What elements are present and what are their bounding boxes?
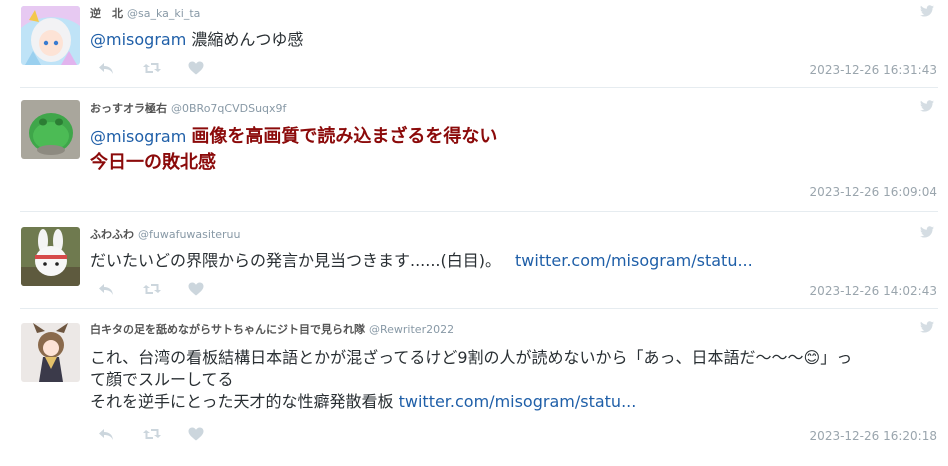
user-name[interactable]: 白キタの足を舐めながらサトちゃんにジト目で見られ隊 <box>90 323 365 336</box>
timestamp[interactable]: 2023-12-26 16:31:43 <box>810 63 937 77</box>
like-icon[interactable] <box>188 61 204 75</box>
reply-icon[interactable] <box>98 61 114 75</box>
twitter-bird-icon[interactable] <box>920 100 934 112</box>
timestamp[interactable]: 2023-12-26 14:02:43 <box>810 284 937 298</box>
user-name[interactable]: おっすオラ極右 <box>90 102 167 115</box>
retweet-icon[interactable] <box>143 282 161 296</box>
tweet-4: 白キタの足を舐めながらサトちゃんにジト目で見られ隊 @Rewriter2022 こ… <box>0 309 948 466</box>
tweet-text: これ、台湾の看板結構日本語とかが混ざってるけど9割の人が読めないから「あっ、日本… <box>90 347 936 413</box>
user-handle[interactable]: @fuwafuwasiteruu <box>138 228 241 241</box>
tweet-text-content: 濃縮めんつゆ感 <box>186 30 304 49</box>
like-icon[interactable] <box>188 427 204 441</box>
user-handle[interactable]: @sa_ka_ki_ta <box>127 7 200 20</box>
twitter-bird-icon[interactable] <box>920 226 934 238</box>
tweet-header: おっすオラ極右 @0BRo7qCVDSuqx9f <box>90 100 286 116</box>
avatar[interactable] <box>21 100 80 159</box>
timestamp[interactable]: 2023-12-26 16:09:04 <box>810 185 937 199</box>
avatar[interactable] <box>21 227 80 286</box>
reply-icon[interactable] <box>98 427 114 441</box>
status-link[interactable]: twitter.com/misogram/statu... <box>399 392 637 411</box>
twitter-bird-icon[interactable] <box>920 5 934 17</box>
user-name[interactable]: 逆 北 <box>90 7 123 20</box>
user-handle[interactable]: @Rewriter2022 <box>369 323 454 336</box>
tweet-header: 白キタの足を舐めながらサトちゃんにジト目で見られ隊 @Rewriter2022 <box>90 321 454 337</box>
retweet-icon[interactable] <box>143 427 161 441</box>
user-name[interactable]: ふわふわ <box>90 228 134 241</box>
tweet-header: ふわふわ @fuwafuwasiteruu <box>90 226 241 242</box>
tweet-text-line: @misogram 画像を高画質で読み込まざるを得ない <box>90 124 908 150</box>
tweet-text-line: それを逆手にとった天才的な性癖発散看板 twitter.com/misogram… <box>90 391 936 413</box>
tweet-header: 逆 北 @sa_ka_ki_ta <box>90 5 200 21</box>
like-icon[interactable] <box>188 282 204 296</box>
reply-icon[interactable] <box>98 282 114 296</box>
user-handle[interactable]: @0BRo7qCVDSuqx9f <box>171 102 286 115</box>
status-link[interactable]: twitter.com/misogram/statu... <box>515 251 753 270</box>
tweet-text: @misogram 画像を高画質で読み込まざるを得ない 今日一の敗北感 <box>90 124 908 176</box>
tweet-text: だいたいどの界隈からの発言か見当つきます......(白目)。 twitter.c… <box>90 250 908 272</box>
tweet-text-line: これ、台湾の看板結構日本語とかが混ざってるけど9割の人が読めないから「あっ、日本… <box>90 348 853 367</box>
avatar[interactable] <box>21 323 80 382</box>
twitter-bird-icon[interactable] <box>920 321 934 333</box>
tweet-1: 逆 北 @sa_ka_ki_ta @misogram 濃縮めんつゆ感 2023-1… <box>0 0 948 86</box>
tweet-2: おっすオラ極右 @0BRo7qCVDSuqx9f @misogram 画像を高画質… <box>0 88 948 211</box>
mention-link[interactable]: @misogram <box>90 30 186 49</box>
timestamp[interactable]: 2023-12-26 16:20:18 <box>810 429 937 443</box>
retweet-icon[interactable] <box>143 61 161 75</box>
avatar[interactable] <box>21 6 80 65</box>
emphasized-text: 画像を高画質で読み込まざるを得ない <box>191 126 498 147</box>
tweet-text-line: て顔でスルーしてる <box>90 370 234 389</box>
tweet-text-content: だいたいどの界隈からの発言か見当つきます......(白目)。 <box>90 251 502 270</box>
tweet-text-content: それを逆手にとった天才的な性癖発散看板 <box>90 392 399 411</box>
emphasized-text: 今日一の敗北感 <box>90 152 216 173</box>
mention-link[interactable]: @misogram <box>90 127 186 146</box>
tweet-3: ふわふわ @fuwafuwasiteruu だいたいどの界隈からの発言か見当つきま… <box>0 212 948 308</box>
tweet-text: @misogram 濃縮めんつゆ感 <box>90 29 908 51</box>
